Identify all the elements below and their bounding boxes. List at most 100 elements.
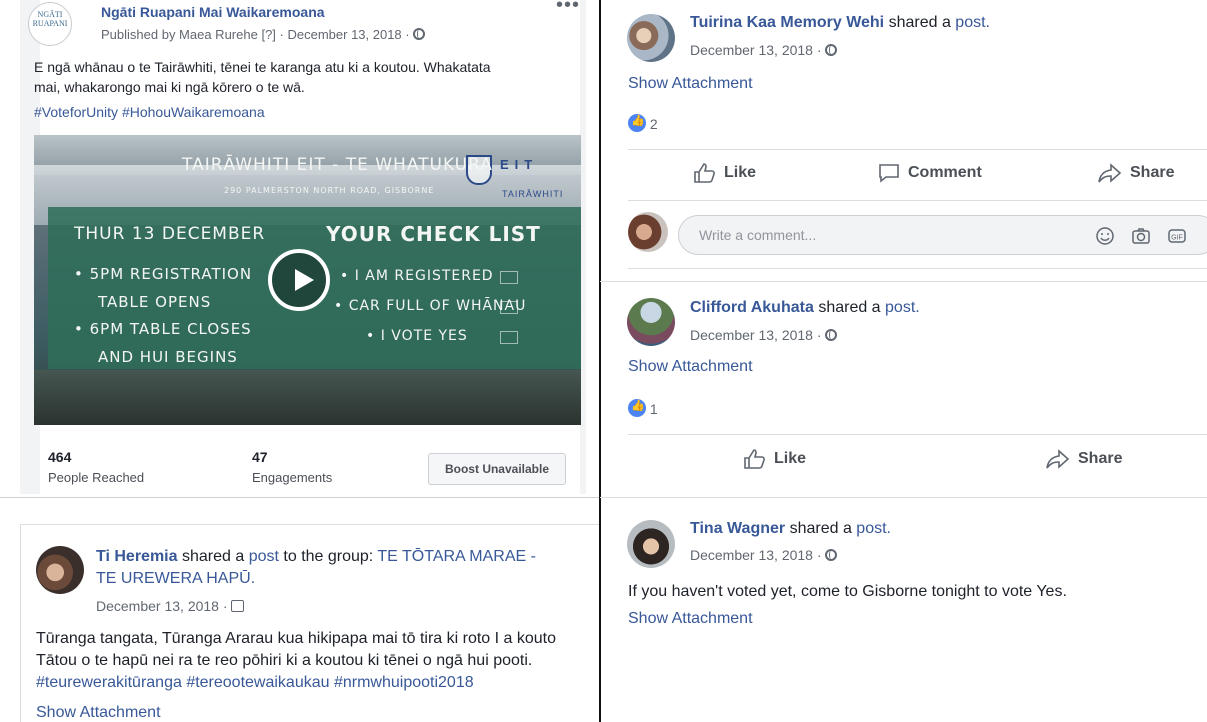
eit-sub: TAIRĀWHITI xyxy=(502,189,564,199)
video-bullet: • 6PM TABLE CLOSES xyxy=(74,320,252,338)
share-label: Share xyxy=(1130,164,1175,181)
post-date[interactable]: December 13, 2018 xyxy=(96,598,219,614)
post-text-line: Tūranga tangata, Tūranga Ararau kua hiki… xyxy=(36,630,557,647)
like-icon xyxy=(694,163,715,183)
post-header: Ti Heremia shared a post to the group: T… xyxy=(96,546,596,590)
author-link[interactable]: Tuirina Kaa Memory Wehi xyxy=(690,14,884,31)
show-attachment-link[interactable]: Show Attachment xyxy=(628,75,753,93)
engagements-count: 47 xyxy=(252,449,268,465)
comment-label: Comment xyxy=(908,164,982,181)
avatar[interactable] xyxy=(627,298,675,346)
post-hashtags[interactable]: #teurewerakitūranga #tereootewaikaukau #… xyxy=(36,672,600,694)
group-link[interactable]: TE UREWERA HAPŪ. xyxy=(96,570,255,587)
post-text-line: E ngā whānau o te Tairāwhiti, tēnei te k… xyxy=(34,59,491,75)
post-meta: December 13, 2018 · xyxy=(690,42,838,58)
divider xyxy=(628,268,1207,269)
reaction-summary[interactable]: 1 xyxy=(628,399,658,417)
share-icon xyxy=(1046,449,1070,469)
like-count: 2 xyxy=(649,116,658,132)
show-attachment-link[interactable]: Show Attachment xyxy=(628,358,753,376)
group-icon xyxy=(231,600,245,612)
published-by-text: Published by Maea Rurehe xyxy=(101,27,258,42)
post-header: Tina Wagner shared a post. xyxy=(690,520,891,538)
post-date[interactable]: December 13, 2018 xyxy=(690,547,813,563)
like-label: Like xyxy=(774,450,807,467)
video-ground xyxy=(34,370,581,425)
column-divider xyxy=(599,0,601,722)
show-attachment-link[interactable]: Show Attachment xyxy=(36,704,161,722)
avatar[interactable] xyxy=(36,546,84,594)
more-icon[interactable]: ••• xyxy=(556,0,580,17)
post-text: If you haven't voted yet, come to Gisbor… xyxy=(628,583,1067,600)
group-link[interactable]: TE TŌTARA MARAE - xyxy=(377,548,536,565)
camera-icon[interactable] xyxy=(1131,226,1151,246)
post-text: E ngā whānau o te Tairāwhiti, tēnei te k… xyxy=(34,57,574,97)
help-mark[interactable]: [?] xyxy=(261,27,275,42)
card-border xyxy=(20,524,21,722)
avatar[interactable] xyxy=(627,520,675,568)
post-byline: Published by Maea Rurehe [?] · December … xyxy=(101,27,426,42)
divider xyxy=(0,497,600,498)
post-link[interactable]: post xyxy=(249,548,279,565)
reached-label: People Reached xyxy=(48,470,145,485)
like-icon xyxy=(744,449,765,469)
svg-text:GIF: GIF xyxy=(1171,235,1183,242)
comment-icon xyxy=(879,164,899,183)
avatar[interactable] xyxy=(628,212,668,252)
comment-input[interactable]: Write a comment... GIF xyxy=(678,215,1207,255)
like-count: 1 xyxy=(649,401,658,417)
shared-text: shared a xyxy=(888,14,951,31)
post-link[interactable]: post. xyxy=(856,520,891,537)
post-text-line: Tātou o te hapū nei ra te reo pōhiri ki … xyxy=(36,652,533,669)
play-icon[interactable] xyxy=(268,249,330,311)
post-meta: December 13, 2018 · xyxy=(690,547,838,563)
like-icon xyxy=(628,399,646,417)
divider xyxy=(600,497,1207,498)
shared-text: shared a xyxy=(818,299,881,316)
video-checklist-item: • CAR FULL OF WHĀNAU xyxy=(334,298,527,314)
divider xyxy=(600,281,1207,282)
author-link[interactable]: Clifford Akuhata xyxy=(690,299,814,316)
gif-icon[interactable]: GIF xyxy=(1167,226,1187,246)
post-date[interactable]: December 13, 2018 xyxy=(690,42,813,58)
reaction-summary[interactable]: 2 xyxy=(628,114,658,132)
like-button[interactable]: Like xyxy=(744,449,806,469)
author-link[interactable]: Ti Heremia xyxy=(96,548,178,565)
engagements-label: Engagements xyxy=(252,470,333,485)
post-link[interactable]: post. xyxy=(955,14,990,31)
avatar[interactable] xyxy=(627,14,675,62)
post-header: Clifford Akuhata shared a post. xyxy=(690,299,920,317)
globe-icon xyxy=(413,28,426,40)
post-date[interactable]: December 13, 2018 xyxy=(287,27,401,42)
post-meta: December 13, 2018 · xyxy=(96,598,245,614)
divider xyxy=(628,434,1207,435)
checkbox-graphic xyxy=(500,301,518,314)
reached-count: 464 xyxy=(48,449,72,465)
post-date[interactable]: December 13, 2018 xyxy=(690,327,813,343)
emoji-icon[interactable] xyxy=(1095,226,1115,246)
comment-button[interactable]: Comment xyxy=(878,163,982,183)
share-button[interactable]: Share xyxy=(1046,449,1122,469)
video-address: 290 PALMERSTON NORTH ROAD, GISBORNE xyxy=(224,186,435,195)
post-meta: December 13, 2018 · xyxy=(690,327,838,343)
post-text-line: mai, whakarongo mai ki ngā kōrero o te w… xyxy=(34,79,305,95)
author-link[interactable]: Tina Wagner xyxy=(690,520,785,537)
page-logo[interactable]: NGĀTI RUAPANI xyxy=(28,2,72,46)
page-name-link[interactable]: Ngāti Ruapani Mai Waikaremoana xyxy=(101,4,325,20)
like-icon xyxy=(628,114,646,132)
video-player[interactable]: EIT TAIRĀWHITI TAIRĀWHITI EIT - TE WHATU… xyxy=(34,135,581,425)
checkbox-graphic xyxy=(500,331,518,344)
post-link[interactable]: post. xyxy=(885,299,920,316)
video-bullet: TABLE OPENS xyxy=(98,293,212,311)
post-hashtags[interactable]: #VoteforUnity #HohouWaikaremoana xyxy=(34,104,265,120)
globe-icon xyxy=(825,549,838,561)
share-button[interactable]: Share xyxy=(1098,163,1174,183)
page-logo-text: NGĀTI RUAPANI xyxy=(32,10,68,28)
like-label: Like xyxy=(724,164,757,181)
show-attachment-link[interactable]: Show Attachment xyxy=(628,610,753,628)
share-icon xyxy=(1098,163,1122,183)
boost-button[interactable]: Boost Unavailable xyxy=(428,453,566,485)
checkbox-graphic xyxy=(500,271,518,284)
like-button[interactable]: Like xyxy=(694,163,756,183)
video-bullet: AND HUI BEGINS xyxy=(98,348,238,366)
